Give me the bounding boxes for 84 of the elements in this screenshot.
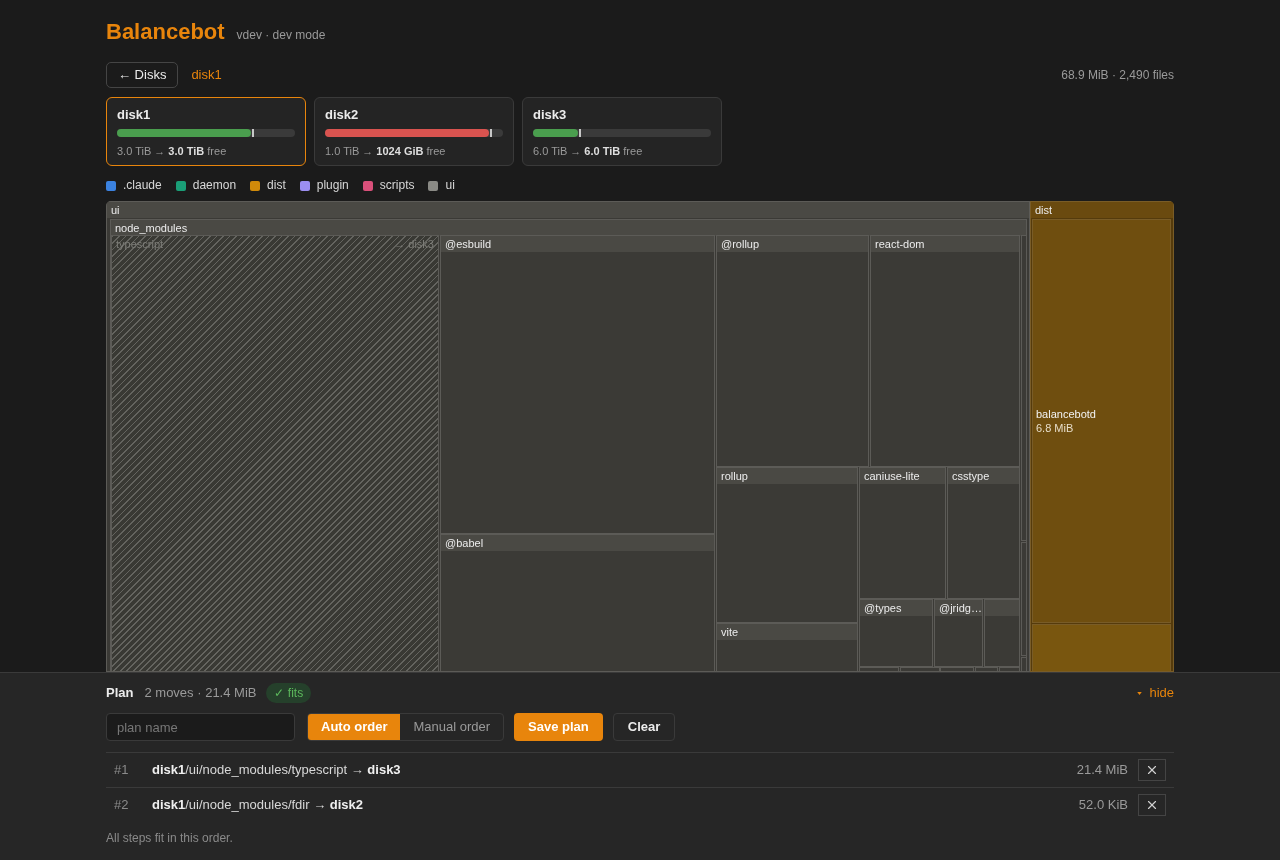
folder-tile[interactable]: ui node_modules typescript → disk3 @esbuild @babel @rollup react-dom rollup vite caniuse-lite csstype @types @jridg… xyxy=(106,201,1030,672)
folder-tile[interactable]: node_modules typescript → disk3 @esbuild @babel @rollup react-dom rollup vite caniuse-lite csstype @types @jridg… xyxy=(110,219,1027,671)
disk-name: disk3 xyxy=(533,107,568,123)
close-icon xyxy=(1145,798,1159,812)
folder-name: dist xyxy=(1035,203,1053,218)
folder-tile[interactable]: @jridg… xyxy=(934,599,983,667)
legend-label: ui xyxy=(445,179,455,192)
close-icon xyxy=(1145,763,1159,777)
folder-tile[interactable]: @babel xyxy=(440,534,715,671)
treemap-tile[interactable] xyxy=(1021,657,1026,671)
folder-name: @jridg… xyxy=(939,601,982,616)
app-version: vdev · dev mode xyxy=(236,27,326,44)
disk-card[interactable]: disk2 1.0 TiB → 1024 GiB free xyxy=(314,97,514,166)
legend-label: plugin xyxy=(316,179,349,192)
folder-name: caniuse-lite xyxy=(864,469,920,484)
marker-icon xyxy=(489,129,492,137)
remove-button[interactable] xyxy=(1138,794,1166,816)
treemap-tile[interactable] xyxy=(1021,542,1026,656)
clear-button[interactable]: Clear xyxy=(612,713,676,741)
marker-icon xyxy=(251,129,254,137)
folder-tile[interactable]: csstype xyxy=(947,467,1020,599)
plan-name-field[interactable]: plan name xyxy=(106,713,295,741)
file-name: balancebotd xyxy=(1036,407,1096,421)
treemap-tile[interactable] xyxy=(984,599,1020,667)
disk-name: disk1 xyxy=(117,107,152,123)
disk-summary: 68.9 MiB · 2,490 files xyxy=(1061,67,1174,84)
legend-label: dist xyxy=(267,179,286,192)
marker-icon xyxy=(578,129,581,137)
folder-name: rollup xyxy=(721,469,748,484)
folder-name: vite xyxy=(721,625,739,640)
caret-icon xyxy=(1137,691,1143,695)
folder-name: typescript xyxy=(116,237,164,252)
treemap-tile[interactable] xyxy=(975,667,998,671)
legend-label: scripts xyxy=(379,179,415,192)
legend-label: .claude xyxy=(123,179,162,192)
treemap-tile[interactable] xyxy=(1032,624,1171,671)
folder-name: @babel xyxy=(445,536,484,551)
folder-tile[interactable]: react-dom xyxy=(870,235,1020,467)
folder-name: ui xyxy=(111,203,120,218)
back-button[interactable]: ← Disks xyxy=(106,62,179,88)
plan-footer: All steps fit in this order. xyxy=(106,830,1174,846)
file-tile[interactable]: balancebotd 6.8 MiB xyxy=(1032,219,1171,623)
folder-tile[interactable]: @types xyxy=(859,599,933,667)
disk-name: disk2 xyxy=(325,107,360,123)
plan-title: Plan xyxy=(106,684,134,703)
treemap-tile[interactable] xyxy=(900,667,940,671)
treemap-tile[interactable] xyxy=(859,667,899,671)
folder-name: csstype xyxy=(952,469,990,484)
disk-card[interactable]: disk3 6.0 TiB → 6.0 TiB free xyxy=(522,97,722,166)
move-path: disk1/ui/node_modules/typescript → disk3 xyxy=(152,761,401,780)
disk-usage: 6.0 TiB → 6.0 TiB free xyxy=(533,144,644,158)
folder-name: @types xyxy=(864,601,902,616)
plan-summary: 2 moves · 21.4 MiB xyxy=(144,684,257,703)
breadcrumb-current: disk1 xyxy=(191,66,222,85)
hide-button[interactable]: hide xyxy=(1137,683,1174,703)
folder-name: @esbuild xyxy=(445,237,492,252)
folder-tile[interactable]: caniuse-lite xyxy=(859,467,946,599)
fit-status: ✓ fits xyxy=(266,683,312,703)
file-size: 6.8 MiB xyxy=(1036,421,1074,435)
move-index: #2 xyxy=(113,796,130,815)
app-title: Balancebot xyxy=(106,18,225,46)
move-path: disk1/ui/node_modules/fdir → disk2 xyxy=(152,796,364,815)
legend-label: daemon xyxy=(192,179,237,192)
order-option[interactable]: Manual order xyxy=(400,714,504,740)
folder-tile[interactable]: vite xyxy=(716,623,858,671)
treemap-tile[interactable] xyxy=(1021,235,1026,541)
tile-header xyxy=(985,600,1019,616)
disk-card[interactable]: disk1 3.0 TiB → 3.0 TiB free xyxy=(106,97,306,166)
remove-button[interactable] xyxy=(1138,759,1166,781)
treemap-tile[interactable] xyxy=(940,667,974,671)
folder-tile[interactable]: rollup xyxy=(716,467,858,623)
folder-name: react-dom xyxy=(875,237,925,252)
move-index: #1 xyxy=(113,761,130,780)
folder-name: @rollup xyxy=(721,237,760,252)
folder-tile[interactable]: @esbuild xyxy=(440,235,715,534)
folder-name: node_modules xyxy=(115,221,188,236)
folder-tile[interactable]: dist balancebotd 6.8 MiB xyxy=(1030,201,1174,672)
treemap-tile[interactable] xyxy=(999,667,1020,671)
move-size: 21.4 MiB xyxy=(1076,761,1128,780)
disk-usage: 1.0 TiB → 1024 GiB free xyxy=(325,144,447,158)
move-target: → disk3 xyxy=(394,237,434,252)
disk-usage: 3.0 TiB → 3.0 TiB free xyxy=(117,144,228,158)
folder-tile[interactable]: @rollup xyxy=(716,235,869,467)
move-size: 52.0 KiB xyxy=(1078,796,1128,815)
